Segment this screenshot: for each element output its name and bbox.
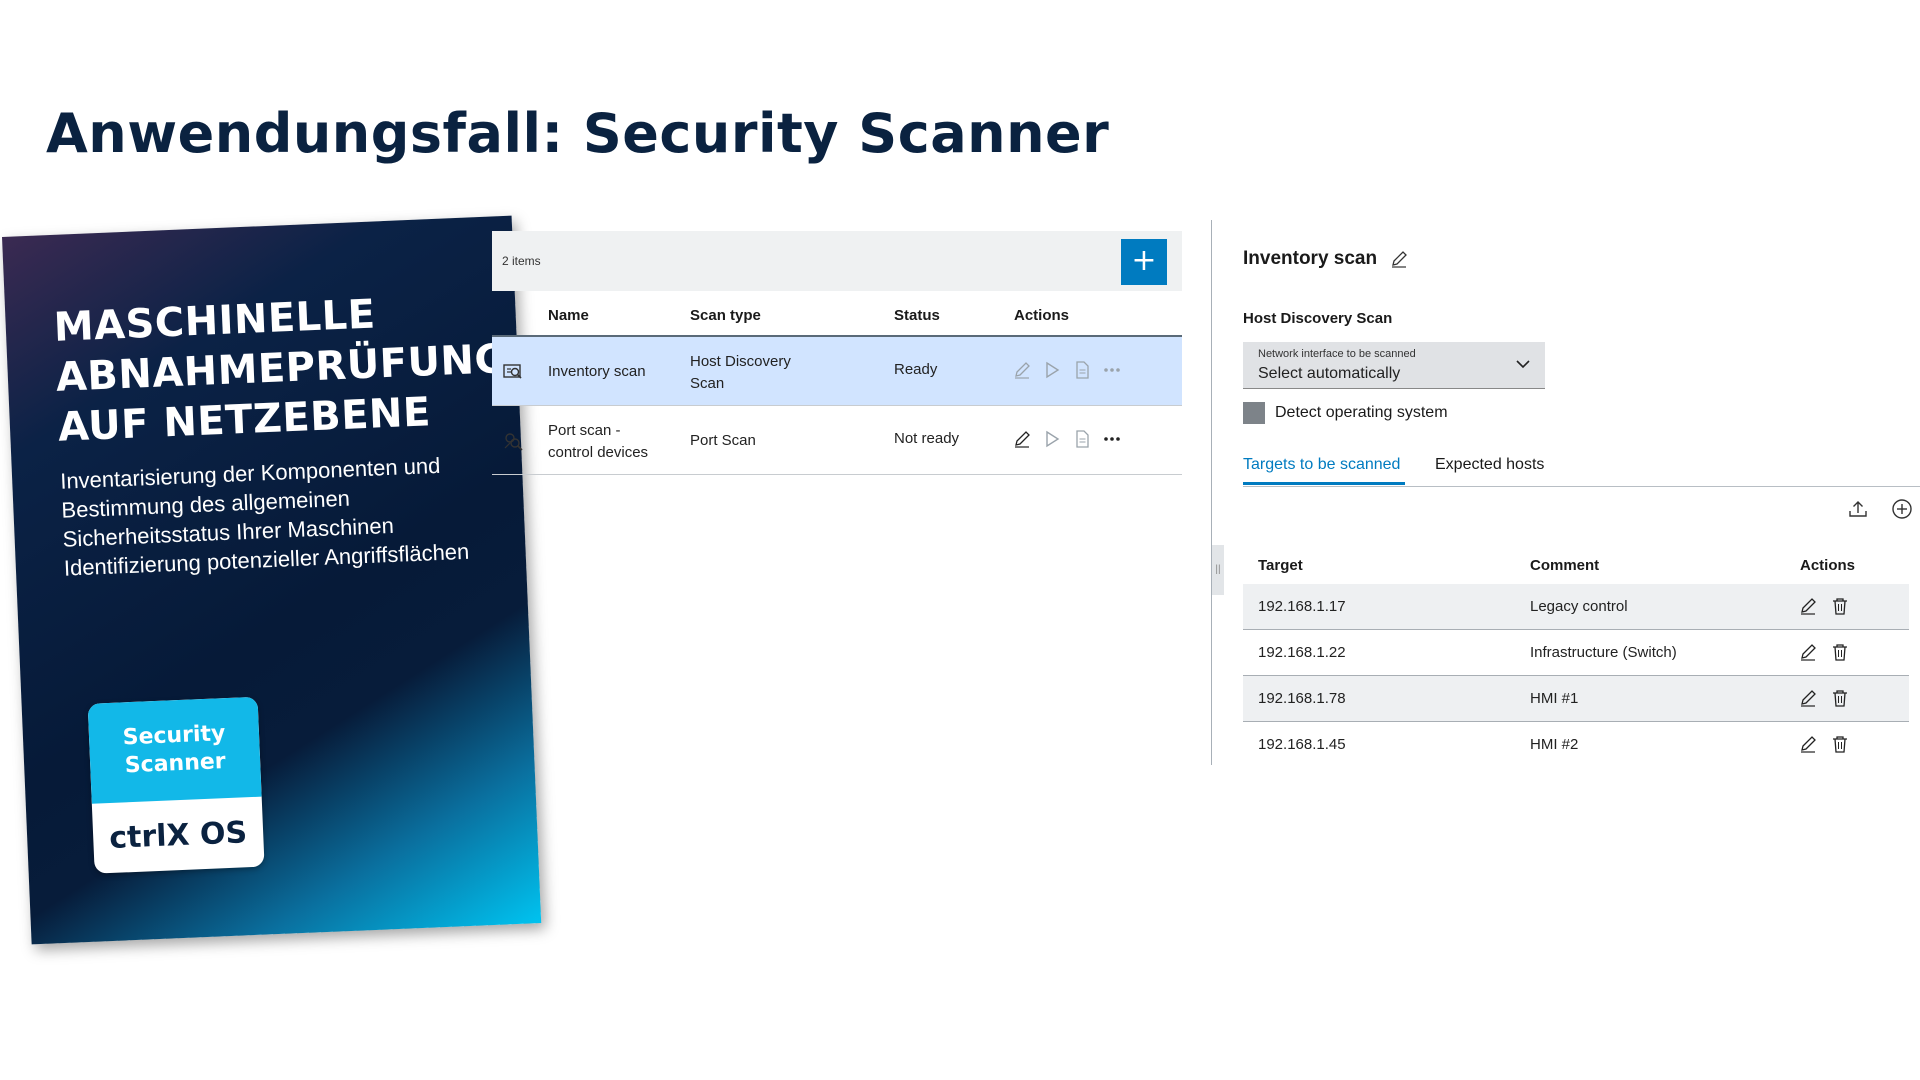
target-row-actions xyxy=(1798,688,1850,708)
chevron-down-icon xyxy=(1516,360,1530,369)
scan-list-panel: 2 items + Name Scan type Status Actions … xyxy=(492,231,1182,475)
target-row-actions xyxy=(1798,734,1850,754)
target-row-actions xyxy=(1798,596,1850,616)
scan-list-toolbar: 2 items + xyxy=(492,231,1182,291)
scan-status: Not ready xyxy=(894,430,960,447)
security-scanner-badge: Security Scanner ctrlX OS xyxy=(87,696,265,874)
panel-divider xyxy=(1211,220,1212,765)
page-headline: Anwendungsfall: Security Scanner xyxy=(46,102,1110,165)
tab-expected-hosts[interactable]: Expected hosts xyxy=(1435,456,1544,474)
more-icon[interactable] xyxy=(1102,429,1122,449)
scan-status: Ready xyxy=(894,361,938,378)
upload-icon[interactable] xyxy=(1847,498,1869,520)
detail-title-text: Inventory scan xyxy=(1243,248,1378,269)
target-comment: HMI #1 xyxy=(1530,690,1579,707)
target-address: 192.168.1.45 xyxy=(1258,736,1346,753)
more-icon[interactable] xyxy=(1102,360,1122,380)
target-address: 192.168.1.17 xyxy=(1258,598,1346,615)
resize-handle[interactable]: || xyxy=(1212,545,1224,595)
edit-icon[interactable] xyxy=(1798,688,1818,708)
report-icon[interactable] xyxy=(1072,360,1092,380)
delete-icon[interactable] xyxy=(1830,734,1850,754)
target-row: 192.168.1.22 Infrastructure (Switch) xyxy=(1243,630,1909,676)
delete-icon[interactable] xyxy=(1830,642,1850,662)
scan-type: Port Scan xyxy=(690,432,756,449)
scan-name: Inventory scan xyxy=(548,363,646,380)
target-address: 192.168.1.78 xyxy=(1258,690,1346,707)
detect-os-checkbox[interactable] xyxy=(1243,402,1265,424)
column-header-name[interactable]: Name xyxy=(548,307,589,324)
target-row: 192.168.1.45 HMI #2 xyxy=(1243,722,1909,767)
edit-icon[interactable] xyxy=(1012,360,1032,380)
column-header-status[interactable]: Status xyxy=(894,307,940,324)
target-row: 192.168.1.78 HMI #1 xyxy=(1243,676,1909,722)
target-comment: Legacy control xyxy=(1530,598,1628,615)
scan-type: Host Discovery Scan xyxy=(690,353,791,392)
brochure-subtitle: Inventarisierung der Komponenten und Bes… xyxy=(60,450,470,583)
checkbox-label: Detect operating system xyxy=(1275,404,1448,421)
run-icon[interactable] xyxy=(1042,429,1062,449)
inventory-scan-icon xyxy=(503,364,522,379)
edit-title-icon[interactable] xyxy=(1389,249,1409,269)
delete-icon[interactable] xyxy=(1830,596,1850,616)
scan-list-header: Name Scan type Status Actions xyxy=(492,291,1182,337)
scan-row-actions xyxy=(1012,429,1122,449)
badge-title-line: Scanner xyxy=(124,749,227,779)
delete-icon[interactable] xyxy=(1830,688,1850,708)
active-tab-indicator xyxy=(1243,482,1405,485)
scan-row-actions xyxy=(1012,360,1122,380)
targets-table-header: Target Comment Actions xyxy=(1243,544,1909,584)
edit-icon[interactable] xyxy=(1798,642,1818,662)
target-row: 192.168.1.17 Legacy control xyxy=(1243,584,1909,630)
column-header-comment[interactable]: Comment xyxy=(1530,557,1599,574)
edit-icon[interactable] xyxy=(1798,734,1818,754)
detail-tabs: Targets to be scanned Expected hosts xyxy=(1243,448,1920,487)
column-header-scan-type[interactable]: Scan type xyxy=(690,307,761,324)
select-value: Select automatically xyxy=(1258,365,1401,382)
network-interface-select[interactable]: Network interface to be scanned Select a… xyxy=(1243,342,1545,389)
scan-row-inventory[interactable]: Inventory scan Host Discovery Scan Ready xyxy=(492,337,1182,406)
badge-title: Security Scanner xyxy=(87,696,262,804)
scan-row-port-scan[interactable]: Port scan - control devices Port Scan No… xyxy=(492,406,1182,475)
column-header-actions: Actions xyxy=(1800,557,1856,574)
port-scan-icon xyxy=(504,433,523,451)
column-header-actions: Actions xyxy=(1014,307,1070,324)
detail-title: Inventory scan xyxy=(1243,248,1409,270)
edit-icon[interactable] xyxy=(1012,429,1032,449)
scan-name: Port scan - control devices xyxy=(548,422,649,461)
brochure-title: MASCHINELLE ABNAHMEPRÜFUNG AUF NETZEBENE xyxy=(53,284,511,453)
badge-product-name: ctrlX OS xyxy=(108,814,248,856)
items-count: 2 items xyxy=(502,254,541,268)
target-row-actions xyxy=(1798,642,1850,662)
column-header-target[interactable]: Target xyxy=(1258,557,1303,574)
add-target-icon[interactable] xyxy=(1891,498,1913,520)
add-scan-button[interactable]: + xyxy=(1121,239,1167,285)
brochure-cover: MASCHINELLE ABNAHMEPRÜFUNG AUF NETZEBENE… xyxy=(2,215,542,945)
section-heading: Host Discovery Scan xyxy=(1243,310,1393,327)
edit-icon[interactable] xyxy=(1798,596,1818,616)
detect-os-option: Detect operating system xyxy=(1243,402,1448,424)
select-label: Network interface to be scanned xyxy=(1258,348,1416,360)
target-comment: Infrastructure (Switch) xyxy=(1530,644,1677,661)
target-address: 192.168.1.22 xyxy=(1258,644,1346,661)
run-icon[interactable] xyxy=(1042,360,1062,380)
report-icon[interactable] xyxy=(1072,429,1092,449)
target-comment: HMI #2 xyxy=(1530,736,1579,753)
tab-targets[interactable]: Targets to be scanned xyxy=(1243,456,1400,474)
targets-toolbar xyxy=(1847,498,1913,520)
